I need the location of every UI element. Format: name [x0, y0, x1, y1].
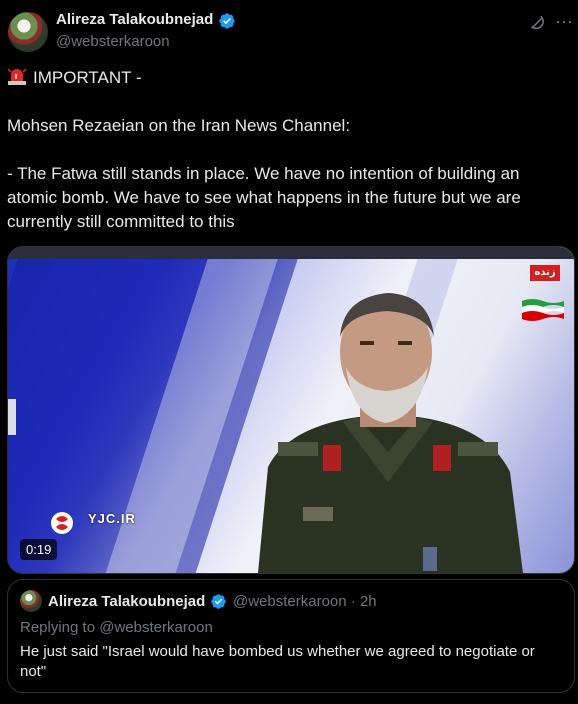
tweet-headline: IMPORTANT - [33, 68, 142, 87]
tweet-body: IMPORTANT - Mohsen Rezaeian on the Iran … [7, 66, 567, 234]
video-duration: 0:19 [20, 539, 58, 560]
video-top-bar [8, 247, 574, 259]
verified-badge-icon [219, 13, 235, 29]
tweet-line-quote: - The Fatwa still stands in place. We ha… [7, 164, 521, 231]
tweet-header: Alireza Talakoubnejad @websterkaroon ··· [0, 0, 578, 60]
author-avatar[interactable] [8, 12, 48, 52]
grok-icon[interactable] [528, 14, 546, 32]
quoted-author-avatar[interactable] [20, 590, 42, 612]
replying-to[interactable]: Replying to @websterkaroon [20, 619, 213, 636]
speaker-figure [258, 293, 523, 573]
more-options-icon[interactable]: ··· [554, 12, 574, 32]
tweet-line-source: Mohsen Rezaeian on the Iran News Channel… [7, 116, 351, 135]
quoted-author-name[interactable]: Alireza Talakoubnejad [48, 593, 205, 610]
channel-tag: YJC.IR [88, 511, 136, 526]
video-side-element [8, 399, 16, 435]
author-handle[interactable]: @websterkaroon [56, 33, 170, 50]
quoted-tweet[interactable]: Alireza Talakoubnejad @websterkaroon · 2… [7, 579, 575, 693]
author-name[interactable]: Alireza Talakoubnejad [56, 11, 213, 28]
quoted-text: He just said "Israel would have bombed u… [20, 643, 535, 680]
live-badge: زنده [530, 265, 560, 281]
verified-badge-icon [211, 594, 226, 609]
video-player[interactable]: زنده YJC.IR 0:19 [7, 246, 575, 574]
tweet-line-important: IMPORTANT - [7, 66, 567, 90]
yjc-logo-icon [51, 512, 73, 534]
quoted-handle-time[interactable]: @websterkaroon · 2h [233, 593, 377, 610]
police-light-icon [7, 68, 27, 85]
iran-flag-icon [522, 299, 564, 321]
